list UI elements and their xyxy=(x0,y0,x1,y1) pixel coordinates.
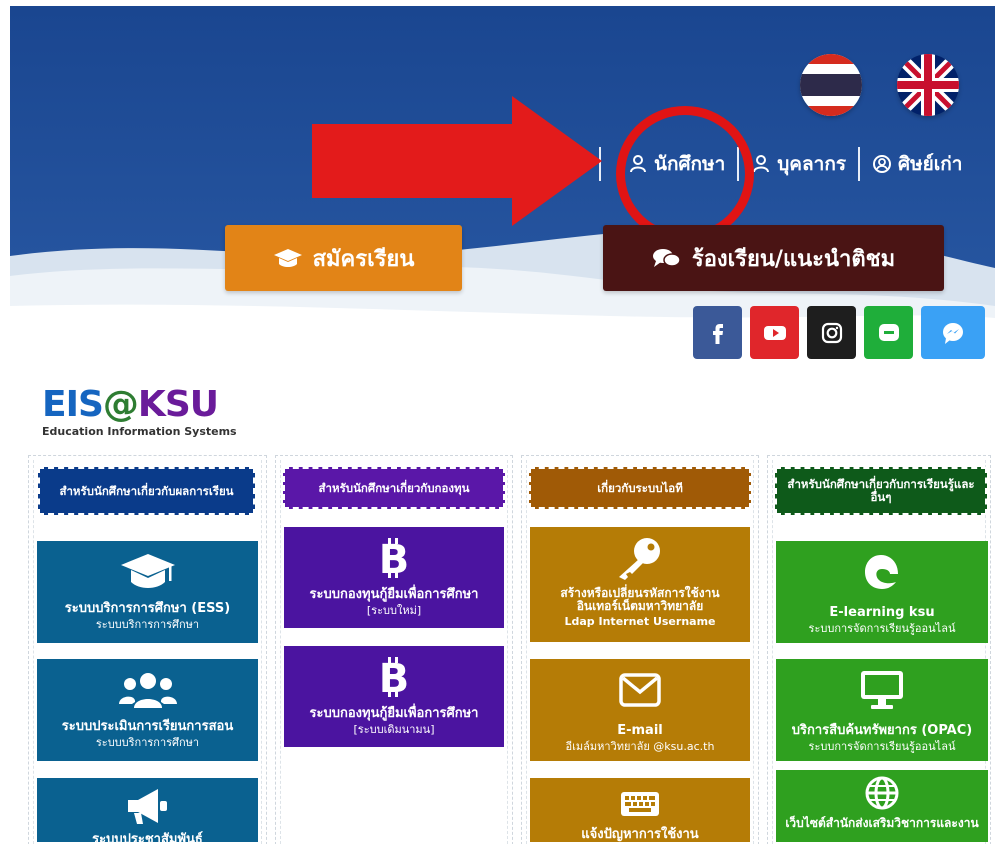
tile-title: ระบบกองทุนกู้ยืมเพื่อการศึกษา xyxy=(309,706,479,721)
column-heading-academic-label: สำหรับนักศึกษาเกี่ยวกับผลการเรียน xyxy=(59,483,234,498)
menu-item-alumni-label: ศิษย์เก่า xyxy=(898,153,963,175)
menu-item-staff[interactable]: บุคลากร xyxy=(739,144,858,184)
megaphone-icon xyxy=(127,789,167,824)
logo-ksu: KSU xyxy=(137,384,219,425)
red-circle-annotation xyxy=(616,106,754,242)
logo-at: @ xyxy=(102,384,139,425)
tile-teaching-evaluation[interactable]: ระบบประเมินการเรียนการสอน ระบบบริการการศ… xyxy=(37,659,258,761)
svg-text:B: B xyxy=(379,656,409,698)
messenger-icon xyxy=(943,322,963,344)
edge-icon xyxy=(865,555,898,589)
complain-button[interactable]: ร้องเรียน/แนะนำติชม xyxy=(603,225,944,291)
users-icon xyxy=(118,673,177,708)
tile-title: ระบบบริการการศึกษา (ESS) xyxy=(64,601,231,616)
graduation-cap-icon xyxy=(120,554,175,588)
menu-item-staff-label: บุคลากร xyxy=(777,153,847,175)
user-circle-icon xyxy=(873,155,892,173)
line-button[interactable] xyxy=(864,306,913,359)
keyboard-icon xyxy=(621,791,659,816)
graduation-cap-icon xyxy=(273,249,302,267)
tile-subtitle: ระบบการจัดการเรียนรู้ออนไลน์ xyxy=(808,622,956,635)
apply-button[interactable]: สมัครเรียน xyxy=(225,225,462,291)
tile-title: ระบบกองทุนกู้ยืมเพื่อการศึกษา xyxy=(309,587,479,602)
tile-student-loan-new[interactable]: B ระบบกองทุนกู้ยืมเพื่อการศึกษา [ระบบใหม… xyxy=(284,527,504,628)
header-banner: า นักศึกษา บุคลากร ศิษย์เก่า สมัครเรียน … xyxy=(10,6,995,368)
tile-title: ระบบประชาสัมพันธ์ xyxy=(92,832,203,842)
logo-subtitle: Education Information Systems xyxy=(42,425,237,438)
globe-icon xyxy=(865,776,899,810)
tile-announcement[interactable]: ระบบประชาสัมพันธ์ xyxy=(37,778,258,842)
envelope-icon xyxy=(619,673,661,707)
messenger-button[interactable] xyxy=(921,306,985,359)
line-icon xyxy=(878,323,899,341)
tile-ldap[interactable]: สร้างหรือเปลี่ยนรหัสการใช้งาน อินเทอร์เน… xyxy=(530,527,750,642)
tile-title: แจ้งปัญหาการใช้งาน xyxy=(581,827,699,842)
uk-flag-icon[interactable] xyxy=(897,54,959,116)
column-heading-it: เกี่ยวกับระบบไอที xyxy=(529,467,751,509)
tile-subtitle: ระบบบริการการศึกษา xyxy=(95,618,200,631)
tile-title: ระบบประเมินการเรียนการสอน xyxy=(61,719,234,734)
youtube-button[interactable] xyxy=(750,306,799,359)
tile-title: สร้างหรือเปลี่ยนรหัสการใช้งาน อินเทอร์เน… xyxy=(560,586,720,613)
tile-subtitle: ระบบบริการการศึกษา xyxy=(95,736,200,749)
column-heading-learning: สำหรับนักศึกษาเกี่ยวกับการเรียนรู้และอื่… xyxy=(775,467,987,515)
instagram-icon xyxy=(821,322,842,343)
tile-subtitle: Ldap Internet Username xyxy=(564,615,716,628)
eis-ksu-logo[interactable]: EIS@KSU Education Information Systems xyxy=(42,385,237,439)
facebook-icon xyxy=(712,323,723,344)
svg-text:B: B xyxy=(379,537,409,579)
tile-student-loan-old[interactable]: B ระบบกองทุนกู้ยืมเพื่อการศึกษา [ระบบเดิ… xyxy=(284,646,504,747)
column-heading-academic: สำหรับนักศึกษาเกี่ยวกับผลการเรียน xyxy=(38,467,255,515)
column-heading-it-label: เกี่ยวกับระบบไอที xyxy=(597,480,683,495)
user-icon xyxy=(753,155,770,173)
key-icon xyxy=(619,538,660,580)
comments-icon xyxy=(652,249,681,267)
complain-button-label: ร้องเรียน/แนะนำติชม xyxy=(691,246,896,272)
tile-title: E-learning ksu xyxy=(829,605,935,620)
tile-subtitle: ระบบการจัดการเรียนรู้ออนไลน์ xyxy=(808,740,956,753)
bitcoin-icon: B xyxy=(379,537,409,579)
tile-ess[interactable]: ระบบบริการการศึกษา (ESS) ระบบบริการการศึ… xyxy=(37,541,258,643)
red-arrow-annotation xyxy=(312,96,602,226)
tile-email[interactable]: E-mail อีเมล์มหาวิทยาลัย @ksu.ac.th xyxy=(530,659,750,761)
youtube-icon xyxy=(763,325,786,340)
menu-item-alumni[interactable]: ศิษย์เก่า xyxy=(860,144,974,184)
tile-subtitle: [ระบบเดิมนามน] xyxy=(353,723,435,736)
logo-wordmark: EIS@KSU xyxy=(42,385,237,425)
tile-opac[interactable]: บริการสืบค้นทรัพยากร (OPAC) ระบบการจัดกา… xyxy=(776,659,988,761)
column-heading-fund-label: สำหรับนักศึกษาเกี่ยวกับกองทุน xyxy=(318,480,470,495)
column-heading-learning-label: สำหรับนักศึกษาเกี่ยวกับการเรียนรู้และอื่… xyxy=(787,477,975,504)
tile-report-issue[interactable]: แจ้งปัญหาการใช้งาน xyxy=(530,778,750,842)
tile-elearning[interactable]: E-learning ksu ระบบการจัดการเรียนรู้ออนไ… xyxy=(776,541,988,643)
apply-button-label: สมัครเรียน xyxy=(312,246,415,272)
tile-academic-office-website[interactable]: เว็บไซต์สำนักส่งเสริมวิชาการและงาน xyxy=(776,770,988,842)
tile-subtitle: [ระบบใหม่] xyxy=(366,604,422,617)
monitor-icon xyxy=(861,671,903,709)
tile-subtitle: อีเมล์มหาวิทยาลัย @ksu.ac.th xyxy=(565,740,715,753)
column-heading-fund: สำหรับนักศึกษาเกี่ยวกับกองทุน xyxy=(283,467,505,509)
tile-title: E-mail xyxy=(617,723,663,738)
instagram-button[interactable] xyxy=(807,306,856,359)
logo-eis: EIS xyxy=(42,384,104,425)
tile-title: เว็บไซต์สำนักส่งเสริมวิชาการและงาน xyxy=(785,816,979,830)
thai-flag-icon[interactable] xyxy=(800,54,862,116)
facebook-button[interactable] xyxy=(693,306,742,359)
bitcoin-icon: B xyxy=(379,656,409,698)
tile-title: บริการสืบค้นทรัพยากร (OPAC) xyxy=(791,723,973,738)
